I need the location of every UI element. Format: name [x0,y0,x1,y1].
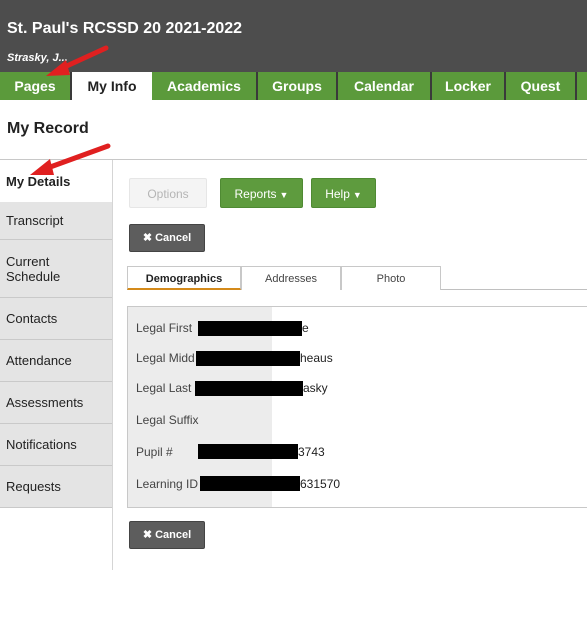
redaction-bar [196,351,300,366]
main-panel: Options Reports ▼ Help ▼ ✖ Cancel Demograp… [112,160,587,570]
cancel-button-top[interactable]: ✖ Cancel [129,224,205,252]
side-item-current-schedule[interactable]: Current Schedule [0,240,112,298]
tab-overflow[interactable] [577,72,587,100]
side-item-contacts[interactable]: Contacts [0,298,112,340]
field-label: Legal Midd [136,351,195,365]
side-item-label: Notifications [6,437,77,452]
side-item-transcript[interactable]: Transcript [0,202,112,240]
cancel-button-bottom[interactable]: ✖ Cancel [129,521,205,549]
tab-my-info[interactable]: My Info [72,72,152,100]
school-name: St. Paul's RCSSD 20 2021-2022 [7,20,243,37]
tab-groups[interactable]: Groups [258,72,338,100]
top-nav: Pages My Info Academics Groups Calendar … [0,72,587,100]
page-title: My Record [7,120,89,137]
subtab-bar: Demographics Addresses Photo [127,266,587,290]
side-item-notifications[interactable]: Notifications [0,424,112,466]
side-item-label: Contacts [6,311,58,326]
field-value: e [302,321,309,335]
tab-calendar[interactable]: Calendar [338,72,432,100]
side-item-label: Assessments [6,395,84,410]
field-label: Legal First [136,321,193,335]
cancel-label: Cancel [155,529,192,541]
side-item-label: My Details [6,173,71,189]
tab-academics[interactable]: Academics [152,72,258,100]
redaction-bar [200,476,300,491]
redaction-bar [195,381,303,396]
side-item-label: Attendance [6,353,72,368]
redaction-bar [198,444,298,459]
help-button[interactable]: Help ▼ [311,178,376,208]
demographics-form: Legal First e Legal Midd heaus Legal Las… [127,306,587,508]
field-label: Pupil # [136,445,173,459]
field-value: 3743 [298,445,325,459]
side-item-attendance[interactable]: Attendance [0,340,112,382]
tab-pages[interactable]: Pages [0,72,72,100]
side-item-label: Current Schedule [6,253,61,284]
close-icon: ✖ [142,529,153,541]
field-label: Legal Last [136,381,192,395]
tab-addresses[interactable]: Addresses [241,266,341,290]
side-item-my-details[interactable]: My Details [0,160,112,202]
chevron-down-icon: ▼ [352,190,362,200]
field-value: asky [303,381,328,395]
field-label: Legal Suffix [136,413,199,427]
user-name: Strasky, J... [7,52,68,64]
field-label: Learning ID [136,477,199,491]
field-value: heaus [300,351,333,365]
reports-label: Reports [234,187,277,201]
reports-button[interactable]: Reports ▼ [220,178,303,208]
options-button[interactable]: Options [129,178,207,208]
tab-photo[interactable]: Photo [341,266,441,290]
side-item-label: Requests [6,479,61,494]
side-item-assessments[interactable]: Assessments [0,382,112,424]
field-value: 631570 [300,477,341,491]
tab-quest[interactable]: Quest [506,72,577,100]
side-item-requests[interactable]: Requests [0,466,112,508]
cancel-label: Cancel [155,232,192,244]
app-header: St. Paul's RCSSD 20 2021-2022 Strasky, J… [0,0,587,72]
redaction-bar [198,321,302,336]
tab-demographics[interactable]: Demographics [127,266,241,290]
close-icon: ✖ [142,232,153,244]
side-item-label: Transcript [6,213,64,228]
help-label: Help [325,187,350,201]
tab-locker[interactable]: Locker [432,72,506,100]
chevron-down-icon: ▼ [279,190,289,200]
